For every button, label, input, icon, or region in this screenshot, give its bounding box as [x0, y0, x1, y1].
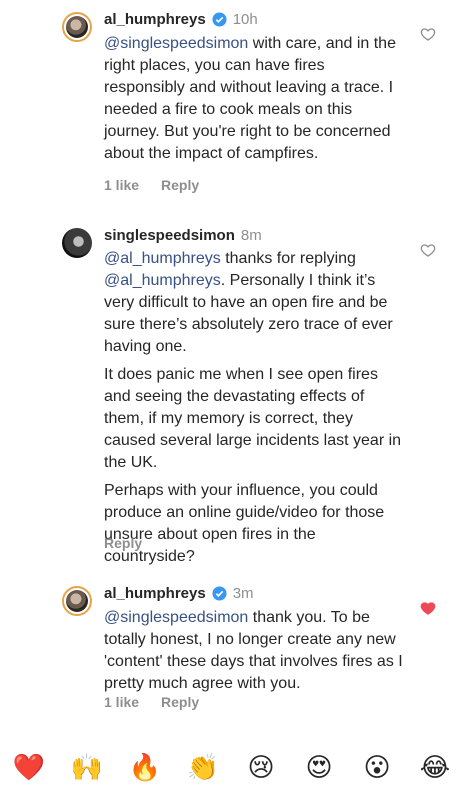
username[interactable]: al_humphreys	[104, 585, 206, 602]
likes-count[interactable]: 1 like	[104, 177, 139, 193]
red-heart-emoji-button[interactable]: ❤️	[11, 754, 47, 782]
avatar[interactable]	[62, 586, 92, 616]
mention-link[interactable]: @al_humphreys	[104, 250, 221, 267]
reply-button[interactable]: Reply	[161, 177, 199, 193]
verified-badge-icon	[212, 12, 227, 27]
verified-badge-icon	[212, 586, 227, 601]
comment-header: al_humphreys 10h	[104, 11, 258, 28]
comment-meta: 1 like Reply	[104, 177, 199, 193]
reply-button[interactable]: Reply	[104, 535, 142, 551]
raising-hands-emoji-button[interactable]: 🙌	[69, 754, 105, 782]
tears-of-joy-emoji-button[interactable]: 😂	[417, 754, 453, 782]
reply-button[interactable]: Reply	[161, 694, 199, 710]
fire-emoji-button[interactable]: 🔥	[127, 754, 163, 782]
likes-count[interactable]: 1 like	[104, 694, 139, 710]
timestamp: 8m	[240, 227, 262, 244]
timestamp: 3m	[232, 585, 254, 602]
mention-link[interactable]: @al_humphreys	[104, 272, 221, 289]
heart-filled-icon[interactable]	[420, 600, 436, 616]
mention-link[interactable]: @singlespeedsimon	[104, 609, 248, 626]
crying-face-emoji-button[interactable]: 😢	[243, 754, 279, 782]
heart-eyes-emoji-button[interactable]: 😍	[301, 754, 337, 782]
comment-paragraph: Perhaps with your influence, you could p…	[104, 482, 385, 565]
mention-link[interactable]: @singlespeedsimon	[104, 35, 248, 52]
comment-text: @singlespeedsimon with care, and in the …	[104, 35, 396, 162]
comment-meta: Reply	[104, 535, 142, 551]
avatar[interactable]	[62, 228, 92, 258]
heart-outline-icon[interactable]	[420, 26, 436, 42]
comment-header: al_humphreys 3m	[104, 585, 254, 602]
quick-reactions-bar: ❤️ 🙌 🔥 👏 😢 😍 😮 😂	[0, 748, 464, 788]
avatar[interactable]	[62, 12, 92, 42]
heart-outline-icon[interactable]	[420, 242, 436, 258]
timestamp: 10h	[232, 11, 258, 28]
surprised-face-emoji-button[interactable]: 😮	[359, 754, 395, 782]
comment-meta: 1 like Reply	[104, 694, 199, 710]
comment-paragraph: It does panic me when I see open fires a…	[104, 366, 402, 471]
comment-header: singlespeedsimon 8m	[104, 227, 262, 244]
username[interactable]: al_humphreys	[104, 11, 206, 28]
comment-text: @singlespeedsimon thank you. To be total…	[104, 609, 403, 692]
comment-text: @al_humphreys thanks for replying @al_hu…	[104, 248, 404, 574]
clapping-hands-emoji-button[interactable]: 👏	[185, 754, 221, 782]
username[interactable]: singlespeedsimon	[104, 227, 235, 244]
